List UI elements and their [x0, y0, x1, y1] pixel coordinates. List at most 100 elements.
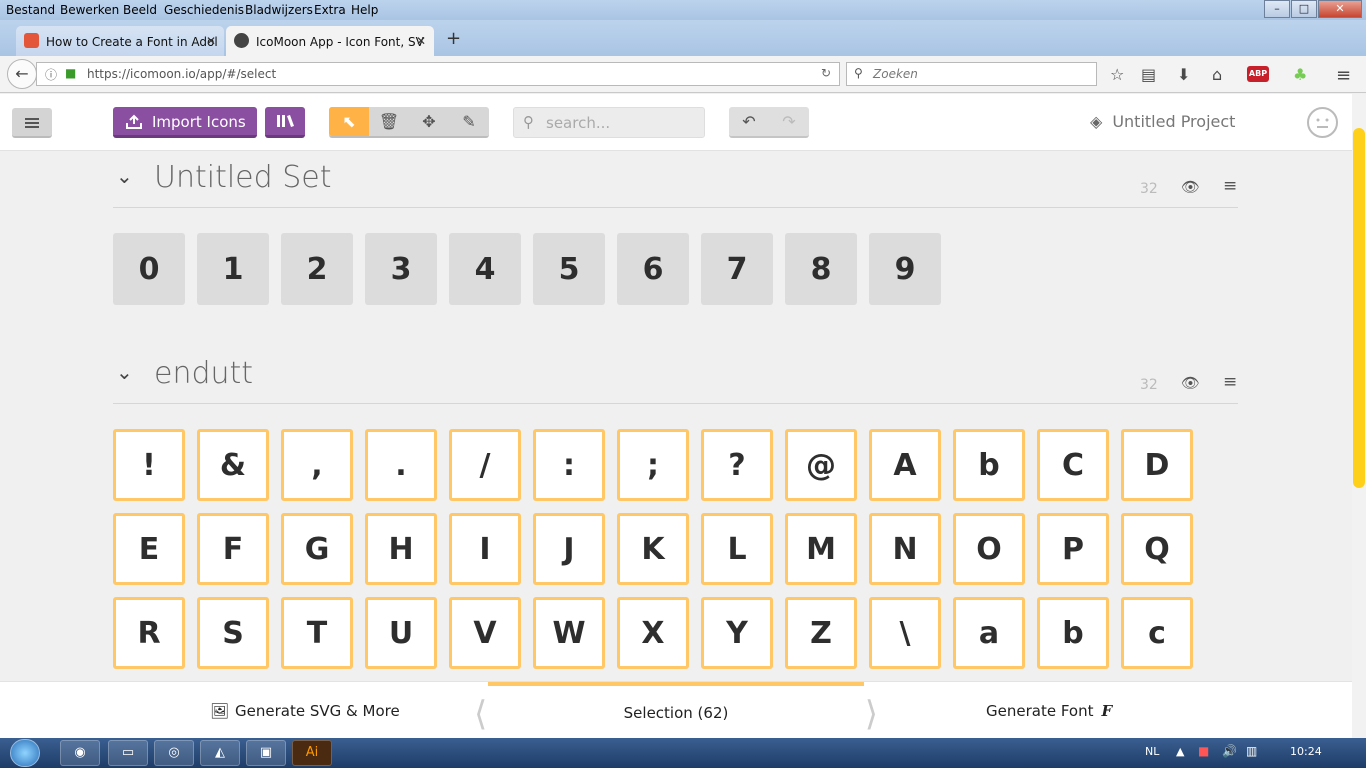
- eye-icon[interactable]: 👁: [1181, 178, 1200, 196]
- menu-extra[interactable]: Extra: [314, 3, 346, 17]
- glyph-tile[interactable]: @: [785, 429, 857, 501]
- address-bar[interactable]: ⓘ ■ https://icomoon.io/app/#/select ↻: [36, 62, 840, 86]
- adblock-icon[interactable]: ABP: [1247, 66, 1269, 82]
- clock[interactable]: 10:24: [1290, 745, 1322, 758]
- edit-tool-button[interactable]: ✎: [449, 107, 489, 136]
- glyph-tile[interactable]: E: [113, 513, 185, 585]
- move-tool-button[interactable]: ✥: [409, 107, 449, 136]
- glyph-tile[interactable]: \: [869, 597, 941, 669]
- glyph-tile[interactable]: 4: [449, 233, 521, 305]
- glyph-tile[interactable]: 9: [869, 233, 941, 305]
- glyph-tile[interactable]: S: [197, 597, 269, 669]
- glyph-tile[interactable]: O: [953, 513, 1025, 585]
- volume-icon[interactable]: 🔊: [1222, 744, 1237, 758]
- network-icon[interactable]: ▥: [1246, 744, 1257, 758]
- maximize-button[interactable]: □: [1291, 0, 1317, 18]
- glyph-tile[interactable]: 6: [617, 233, 689, 305]
- glyph-tile[interactable]: Q: [1121, 513, 1193, 585]
- reading-list-icon[interactable]: ▤: [1141, 65, 1156, 84]
- tray-security-icon[interactable]: ■: [1198, 744, 1209, 758]
- close-tab-icon[interactable]: ✕: [206, 34, 216, 48]
- redo-button[interactable]: ↷: [769, 107, 809, 136]
- glyph-tile[interactable]: 8: [785, 233, 857, 305]
- glyph-tile[interactable]: b: [1037, 597, 1109, 669]
- glyph-tile[interactable]: Z: [785, 597, 857, 669]
- project-switcher[interactable]: ◈ Untitled Project: [1090, 112, 1235, 131]
- collapse-chevron-icon[interactable]: ⌄: [116, 360, 133, 384]
- menu-bladwijzers[interactable]: Bladwijzers: [245, 3, 313, 17]
- bookmark-star-icon[interactable]: ☆: [1110, 65, 1124, 84]
- glyph-tile[interactable]: 3: [365, 233, 437, 305]
- glyph-tile[interactable]: P: [1037, 513, 1109, 585]
- tab-active[interactable]: IcoMoon App - Icon Font, SV ✕: [226, 26, 434, 56]
- illustrator-taskbar-icon[interactable]: Ai: [292, 740, 332, 766]
- close-window-button[interactable]: ✕: [1318, 0, 1362, 18]
- account-avatar[interactable]: [1307, 107, 1338, 138]
- menu-bewerken[interactable]: Bewerken: [60, 3, 119, 17]
- undo-button[interactable]: ↶: [729, 107, 769, 136]
- glyph-tile[interactable]: Y: [701, 597, 773, 669]
- app-taskbar-icon[interactable]: ◎: [154, 740, 194, 766]
- glyph-tile[interactable]: ,: [281, 429, 353, 501]
- menu-beeld[interactable]: Beeld: [123, 3, 157, 17]
- glyph-tile[interactable]: !: [113, 429, 185, 501]
- glyph-tile[interactable]: L: [701, 513, 773, 585]
- info-icon[interactable]: ⓘ: [45, 66, 57, 83]
- glyph-tile[interactable]: ;: [617, 429, 689, 501]
- glyph-tile[interactable]: U: [365, 597, 437, 669]
- glyph-tile[interactable]: A: [869, 429, 941, 501]
- glyph-tile[interactable]: F: [197, 513, 269, 585]
- glyph-tile[interactable]: ?: [701, 429, 773, 501]
- minimize-button[interactable]: –: [1264, 0, 1290, 18]
- glyph-tile[interactable]: W: [533, 597, 605, 669]
- glyph-tile[interactable]: V: [449, 597, 521, 669]
- glyph-tile[interactable]: 2: [281, 233, 353, 305]
- generate-font-button[interactable]: Generate Font F: [986, 702, 1112, 720]
- set-menu-icon[interactable]: ≡: [1223, 372, 1237, 392]
- main-menu-button[interactable]: [12, 108, 52, 138]
- home-icon[interactable]: ⌂: [1212, 65, 1222, 84]
- collapse-chevron-icon[interactable]: ⌄: [116, 164, 133, 188]
- menu-geschiedenis[interactable]: Geschiedenis: [164, 3, 244, 17]
- glyph-tile[interactable]: 0: [113, 233, 185, 305]
- select-tool-button[interactable]: ⬉: [329, 107, 369, 136]
- glyph-tile[interactable]: 5: [533, 233, 605, 305]
- glyph-tile[interactable]: N: [869, 513, 941, 585]
- glyph-tile[interactable]: c: [1121, 597, 1193, 669]
- set-menu-icon[interactable]: ≡: [1223, 176, 1237, 196]
- generate-svg-button[interactable]: 🖼 Generate SVG & More: [210, 702, 400, 720]
- tray-arrow-icon[interactable]: ▲: [1176, 745, 1184, 758]
- extension-icon[interactable]: ♣: [1293, 65, 1307, 84]
- firefox-taskbar-icon[interactable]: ◉: [60, 740, 100, 766]
- selection-counter[interactable]: ⟨ Selection (62) ⟩: [474, 682, 878, 739]
- reload-icon[interactable]: ↻: [821, 66, 831, 80]
- hamburger-menu-icon[interactable]: ≡: [1336, 65, 1351, 86]
- glyph-tile[interactable]: 1: [197, 233, 269, 305]
- import-icons-button[interactable]: Import Icons: [113, 107, 257, 138]
- close-tab-icon[interactable]: ✕: [416, 34, 426, 48]
- browser-search-field[interactable]: ⚲ Zoeken: [846, 62, 1097, 86]
- glyph-tile[interactable]: M: [785, 513, 857, 585]
- glyph-tile[interactable]: D: [1121, 429, 1193, 501]
- glyph-tile[interactable]: G: [281, 513, 353, 585]
- glyph-tile[interactable]: C: [1037, 429, 1109, 501]
- menu-help[interactable]: Help: [351, 3, 378, 17]
- scrollbar-thumb[interactable]: [1353, 128, 1365, 488]
- glyph-tile[interactable]: &: [197, 429, 269, 501]
- glyph-tile[interactable]: a: [953, 597, 1025, 669]
- tab-inactive[interactable]: How to Create a Font in Adol ✕: [16, 26, 224, 56]
- glyph-tile[interactable]: I: [449, 513, 521, 585]
- download-icon[interactable]: ⬇: [1177, 65, 1190, 84]
- icon-library-button[interactable]: [265, 107, 305, 138]
- back-button[interactable]: ←: [7, 59, 37, 89]
- unity-taskbar-icon[interactable]: ◭: [200, 740, 240, 766]
- folder-taskbar-icon[interactable]: ▣: [246, 740, 286, 766]
- glyph-tile[interactable]: :: [533, 429, 605, 501]
- glyph-tile[interactable]: H: [365, 513, 437, 585]
- glyph-tile[interactable]: b: [953, 429, 1025, 501]
- eye-icon[interactable]: 👁: [1181, 374, 1200, 392]
- glyph-tile[interactable]: T: [281, 597, 353, 669]
- glyph-tile[interactable]: J: [533, 513, 605, 585]
- glyph-tile[interactable]: 7: [701, 233, 773, 305]
- glyph-tile[interactable]: K: [617, 513, 689, 585]
